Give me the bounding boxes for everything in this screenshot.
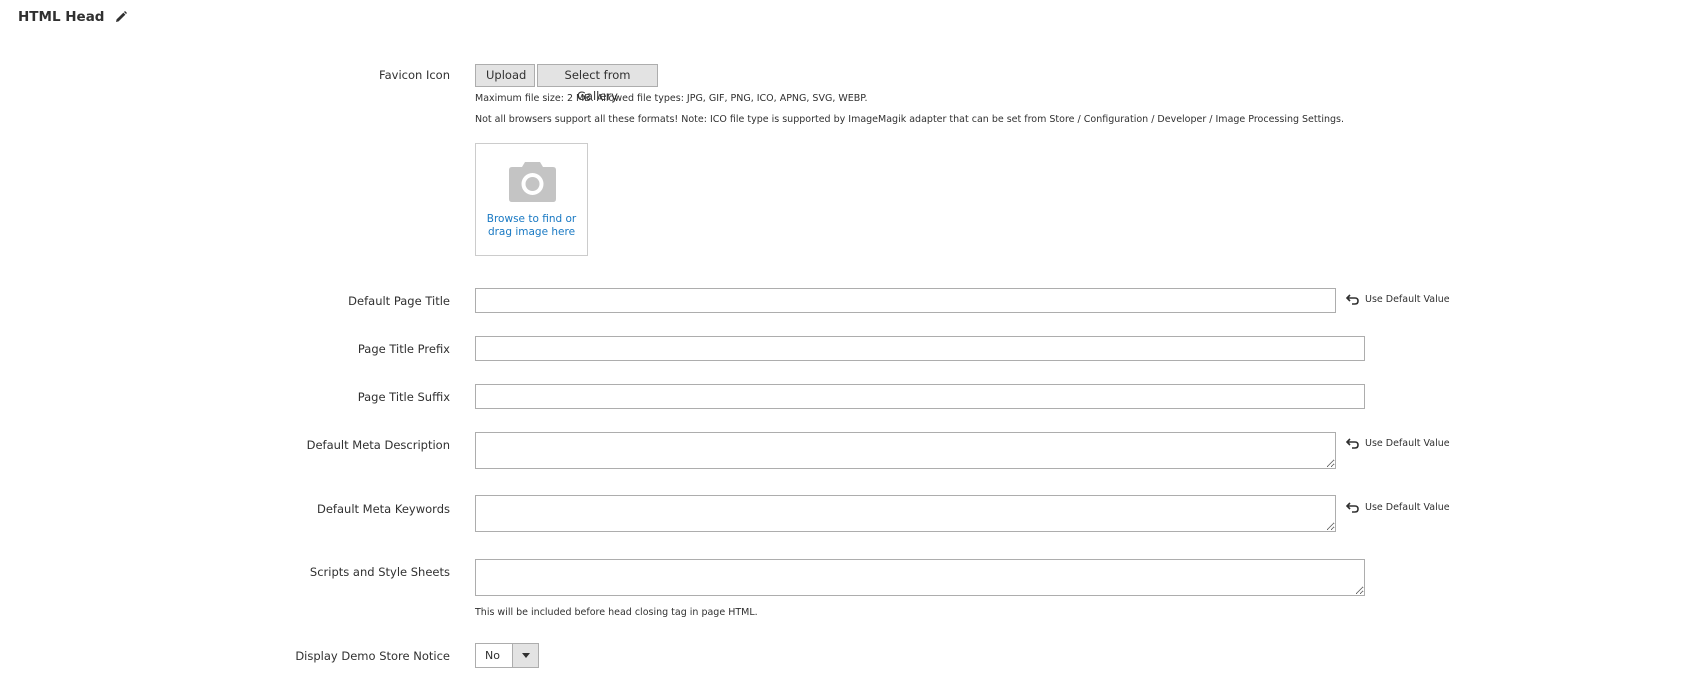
page-title-suffix-label: Page Title Suffix (357, 390, 450, 404)
section-title: HTML Head (18, 9, 105, 25)
caret-down-icon[interactable] (512, 644, 538, 667)
scripts-note: This will be included before head closin… (475, 607, 758, 618)
select-from-gallery-button[interactable]: Select from Gallery (537, 64, 658, 103)
select-value: No (485, 649, 500, 662)
default-meta-description-textarea[interactable] (475, 432, 1336, 469)
scripts-and-style-sheets-textarea[interactable] (475, 559, 1365, 596)
page-title-suffix-input[interactable] (475, 384, 1365, 409)
undo-arrow-icon (1346, 294, 1359, 305)
upload-button[interactable]: Upload (475, 64, 535, 87)
image-drop-zone[interactable]: Browse to find or drag image here (475, 143, 588, 256)
undo-arrow-icon (1346, 502, 1359, 513)
use-default-value-label: Use Default Value (1365, 294, 1450, 305)
use-default-value-label: Use Default Value (1365, 438, 1450, 449)
undo-arrow-icon (1346, 438, 1359, 449)
default-page-title-input[interactable] (475, 288, 1336, 313)
pencil-icon[interactable] (114, 10, 128, 24)
favicon-size-note: Maximum file size: 2 MB. Allowed file ty… (475, 93, 868, 104)
default-meta-keywords-textarea[interactable] (475, 495, 1336, 532)
display-demo-store-notice-label: Display Demo Store Notice (295, 649, 450, 663)
default-meta-keywords-label: Default Meta Keywords (317, 502, 450, 516)
section-header: HTML Head (18, 7, 128, 27)
default-meta-description-use-default[interactable]: Use Default Value (1346, 438, 1450, 449)
default-meta-keywords-use-default[interactable]: Use Default Value (1346, 502, 1450, 513)
page-title-prefix-label: Page Title Prefix (357, 342, 450, 356)
use-default-value-label: Use Default Value (1365, 502, 1450, 513)
display-demo-store-notice-select[interactable]: No (475, 643, 539, 668)
favicon-browsers-note: Not all browsers support all these forma… (475, 114, 1345, 125)
default-meta-description-label: Default Meta Description (306, 438, 450, 452)
browse-link[interactable]: Browse to find or drag image here (476, 213, 587, 239)
default-page-title-label: Default Page Title (348, 294, 450, 308)
page-title-prefix-input[interactable] (475, 336, 1365, 361)
scripts-and-style-sheets-label: Scripts and Style Sheets (309, 565, 450, 579)
default-page-title-use-default[interactable]: Use Default Value (1346, 294, 1450, 305)
favicon-icon-label: Favicon Icon (379, 68, 450, 82)
camera-icon (509, 162, 556, 206)
